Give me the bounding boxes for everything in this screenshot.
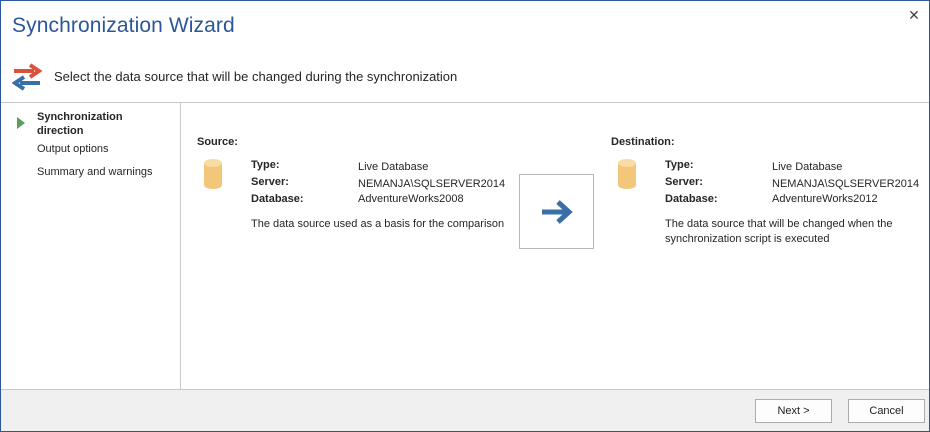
arrow-right-icon: [542, 200, 573, 224]
destination-type-label: Type:: [665, 159, 694, 171]
window-title: Synchronization Wizard: [12, 14, 235, 37]
swap-direction-button[interactable]: [519, 174, 594, 249]
step-output-options[interactable]: Output options: [37, 142, 157, 156]
current-step-arrow-icon: [17, 117, 25, 129]
source-database-icon: [204, 159, 222, 189]
wizard-subtitle: Select the data source that will be chan…: [54, 69, 458, 84]
destination-database-label: Database:: [665, 193, 718, 205]
step-summary-and-warnings[interactable]: Summary and warnings: [37, 165, 157, 179]
destination-database-icon: [618, 159, 636, 189]
source-type-label: Type:: [251, 159, 280, 171]
cancel-button[interactable]: Cancel: [848, 399, 925, 423]
step-synchronization-direction[interactable]: Synchronization direction: [37, 110, 157, 138]
source-server-value: NEMANJA\SQLSERVER2014: [358, 178, 506, 190]
source-database-label: Database:: [251, 193, 304, 205]
wizard-content: Source: Type: Live Database Server: NEMA…: [181, 103, 929, 389]
destination-description: The data source that will be changed whe…: [665, 218, 893, 245]
destination-server-label: Server:: [665, 176, 703, 188]
wizard-footer: Next > Cancel: [1, 389, 929, 431]
source-heading: Source:: [197, 136, 238, 148]
source-type-value: Live Database: [358, 161, 429, 173]
source-server-label: Server:: [251, 176, 289, 188]
wizard-steps-sidebar: Synchronization direction Output options…: [1, 103, 181, 389]
destination-type-value: Live Database: [772, 161, 843, 173]
synchronization-wizard-window: Synchronization Wizard ✕ Select the data…: [0, 0, 930, 432]
close-button[interactable]: ✕: [906, 7, 922, 23]
source-description: The data source used as a basis for the …: [251, 218, 505, 230]
destination-heading: Destination:: [611, 136, 675, 148]
destination-server-value: NEMANJA\SQLSERVER2014: [772, 178, 920, 190]
next-button[interactable]: Next >: [755, 399, 832, 423]
sync-arrows-icon: [11, 62, 43, 92]
source-database-value: AdventureWorks2008: [358, 193, 464, 205]
destination-database-value: AdventureWorks2012: [772, 193, 878, 205]
close-icon: ✕: [908, 7, 920, 23]
